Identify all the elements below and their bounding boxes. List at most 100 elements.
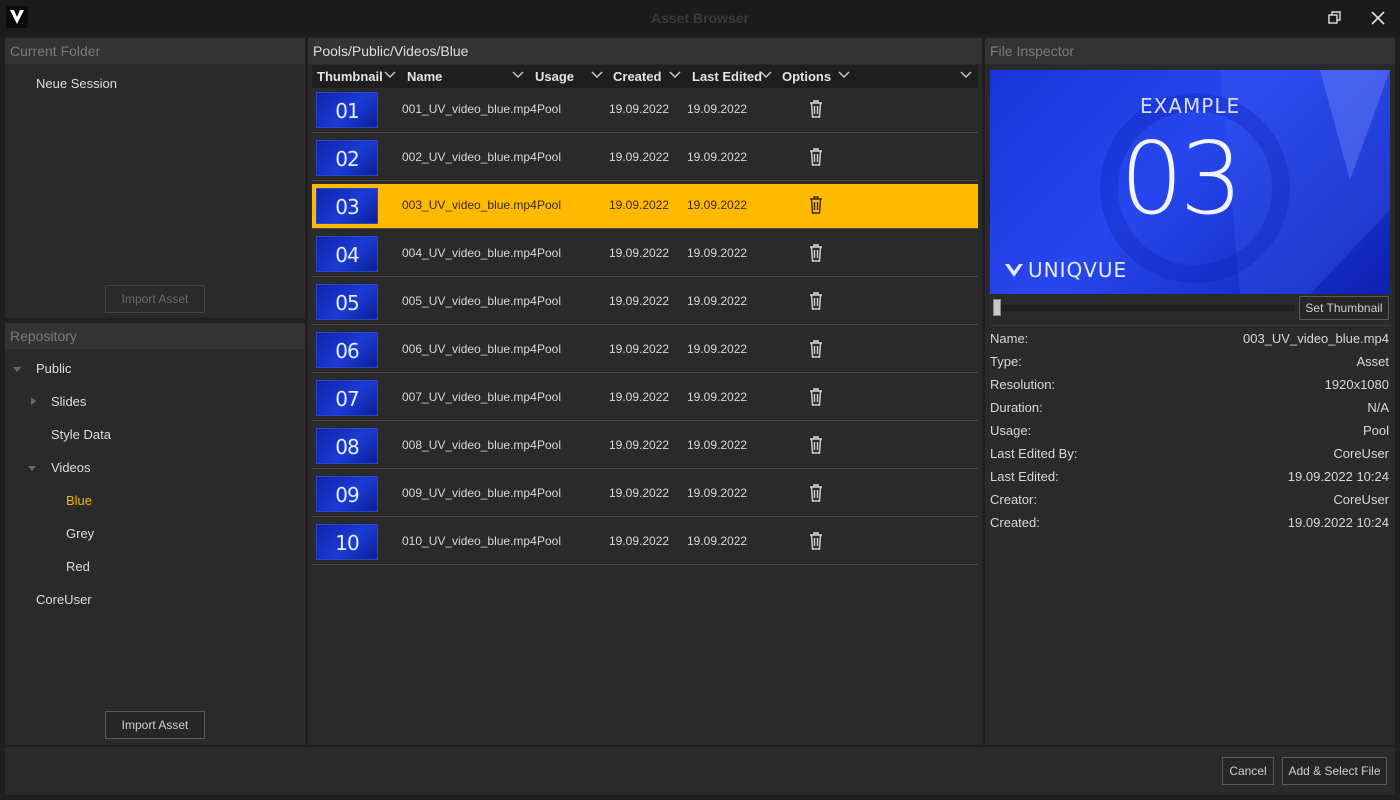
timeline-slider-handle[interactable]: [993, 299, 1001, 316]
cell-name: 004_UV_video_blue.mp4: [402, 246, 537, 260]
table-row-selected[interactable]: 03 003_UV_video_blue.mp4 Pool 19.09.2022…: [312, 184, 978, 229]
cell-last-edited: 19.09.2022: [687, 534, 748, 548]
thumbnail-image: 03: [316, 188, 378, 224]
info-label: Duration:: [990, 400, 1043, 415]
add-select-file-button[interactable]: Add & Select File: [1282, 757, 1387, 785]
cell-last-edited: 19.09.2022: [687, 150, 748, 164]
thumbnail-number: 08: [335, 435, 359, 459]
info-value: Asset: [1356, 354, 1389, 369]
tree-item-blue[interactable]: Blue: [66, 493, 92, 508]
import-asset-button[interactable]: Import Asset: [105, 711, 205, 739]
thumbnail-number: 05: [335, 291, 359, 315]
cell-usage: Pool: [537, 150, 562, 164]
trash-icon[interactable]: [808, 291, 824, 311]
cell-created: 19.09.2022: [609, 390, 670, 404]
preview-number: 03: [1120, 120, 1243, 237]
column-last-edited[interactable]: Last Edited: [692, 69, 762, 84]
table-row[interactable]: 07 007_UV_video_blue.mp4 Pool 19.09.2022…: [312, 376, 978, 421]
cell-created: 19.09.2022: [609, 486, 670, 500]
thumbnail-number: 07: [335, 387, 359, 411]
column-options[interactable]: Options: [782, 69, 831, 84]
info-label: Created:: [990, 515, 1040, 530]
thumbnail-number: 04: [335, 243, 359, 267]
chevron-down-icon[interactable]: [760, 71, 772, 79]
thumbnail-image: 09: [316, 476, 378, 512]
tree-item-coreuser[interactable]: CoreUser: [36, 592, 92, 607]
cell-name: 010_UV_video_blue.mp4: [402, 534, 537, 548]
cell-created: 19.09.2022: [609, 438, 670, 452]
chevron-down-icon[interactable]: [512, 71, 524, 79]
cell-last-edited: 19.09.2022: [687, 486, 748, 500]
table-row[interactable]: 02 002_UV_video_blue.mp4 Pool 19.09.2022…: [312, 136, 978, 181]
trash-icon[interactable]: [808, 387, 824, 407]
cell-last-edited: 19.09.2022: [687, 246, 748, 260]
trash-icon[interactable]: [808, 195, 824, 215]
info-value: 19.09.2022 10:24: [1287, 515, 1389, 530]
info-label: Resolution:: [990, 377, 1056, 392]
thumbnail-image: 05: [316, 284, 378, 320]
table-row[interactable]: 06 006_UV_video_blue.mp4 Pool 19.09.2022…: [312, 328, 978, 373]
cell-created: 19.09.2022: [609, 150, 670, 164]
column-name[interactable]: Name: [407, 69, 442, 84]
set-thumbnail-button[interactable]: Set Thumbnail: [1299, 296, 1389, 320]
tree-item-slides[interactable]: Slides: [51, 394, 86, 409]
cell-created: 19.09.2022: [609, 102, 670, 116]
cell-last-edited: 19.09.2022: [687, 102, 748, 116]
cell-name: 009_UV_video_blue.mp4: [402, 486, 537, 500]
column-menu-chevron-icon[interactable]: [960, 71, 972, 79]
trash-icon[interactable]: [808, 99, 824, 119]
import-asset-button-disabled[interactable]: Import Asset: [105, 285, 205, 313]
tree-item-red[interactable]: Red: [66, 559, 90, 574]
chevron-down-icon[interactable]: [669, 71, 681, 79]
cell-name: 008_UV_video_blue.mp4: [402, 438, 537, 452]
cancel-button[interactable]: Cancel: [1222, 757, 1274, 785]
expand-videos-icon[interactable]: [28, 466, 36, 471]
table-row[interactable]: 08 008_UV_video_blue.mp4 Pool 19.09.2022…: [312, 424, 978, 469]
table-row[interactable]: 04 004_UV_video_blue.mp4 Pool 19.09.2022…: [312, 232, 978, 277]
thumbnail-number: 02: [335, 147, 359, 171]
tree-item-style-data[interactable]: Style Data: [51, 427, 111, 442]
cell-last-edited: 19.09.2022: [687, 294, 748, 308]
thumbnail-image: 02: [316, 140, 378, 176]
timeline-slider-track[interactable]: [995, 305, 1295, 311]
cell-name: 003_UV_video_blue.mp4: [402, 198, 537, 212]
trash-icon[interactable]: [808, 147, 824, 167]
cell-last-edited: 19.09.2022: [687, 438, 748, 452]
tree-item-public[interactable]: Public: [36, 361, 71, 376]
trash-icon[interactable]: [808, 339, 824, 359]
current-folder-item[interactable]: Neue Session: [36, 76, 117, 91]
column-thumbnail[interactable]: Thumbnail: [317, 69, 383, 84]
cell-created: 19.09.2022: [609, 534, 670, 548]
chevron-down-icon[interactable]: [591, 71, 603, 79]
cell-usage: Pool: [537, 102, 562, 116]
table-row[interactable]: 01 001_UV_video_blue.mp4 Pool 19.09.2022…: [312, 88, 978, 133]
table-row[interactable]: 10 010_UV_video_blue.mp4 Pool 19.09.2022…: [312, 520, 978, 565]
tree-item-videos[interactable]: Videos: [51, 460, 91, 475]
info-value: Pool: [1362, 423, 1389, 438]
tree-item-grey[interactable]: Grey: [66, 526, 94, 541]
column-created[interactable]: Created: [613, 69, 661, 84]
chevron-down-icon[interactable]: [384, 71, 396, 79]
table-row[interactable]: 09 009_UV_video_blue.mp4 Pool 19.09.2022…: [312, 472, 978, 517]
expand-public-icon[interactable]: [13, 367, 21, 372]
chevron-down-icon[interactable]: [838, 71, 850, 79]
info-label: Usage:: [990, 423, 1032, 438]
cell-usage: Pool: [537, 390, 562, 404]
cell-usage: Pool: [537, 198, 562, 212]
restore-icon[interactable]: [1326, 9, 1344, 27]
trash-icon[interactable]: [808, 243, 824, 263]
close-icon[interactable]: [1369, 9, 1387, 27]
cell-name: 006_UV_video_blue.mp4: [402, 342, 537, 356]
column-usage[interactable]: Usage: [535, 69, 574, 84]
preview-example-text: EXAMPLE: [1140, 94, 1241, 118]
expand-slides-icon[interactable]: [31, 397, 36, 405]
trash-icon[interactable]: [808, 483, 824, 503]
table-row[interactable]: 05 005_UV_video_blue.mp4 Pool 19.09.2022…: [312, 280, 978, 325]
trash-icon[interactable]: [808, 435, 824, 455]
cell-created: 19.09.2022: [609, 294, 670, 308]
asset-list-panel: Pools/Public/Videos/Blue Thumbnail Name …: [308, 38, 982, 745]
trash-icon[interactable]: [808, 531, 824, 551]
file-inspector-panel: File Inspector EXAMPLE 03 UNIQVUE Set Th…: [985, 38, 1395, 745]
thumbnail-number: 01: [335, 99, 359, 123]
cell-name: 001_UV_video_blue.mp4: [402, 102, 537, 116]
